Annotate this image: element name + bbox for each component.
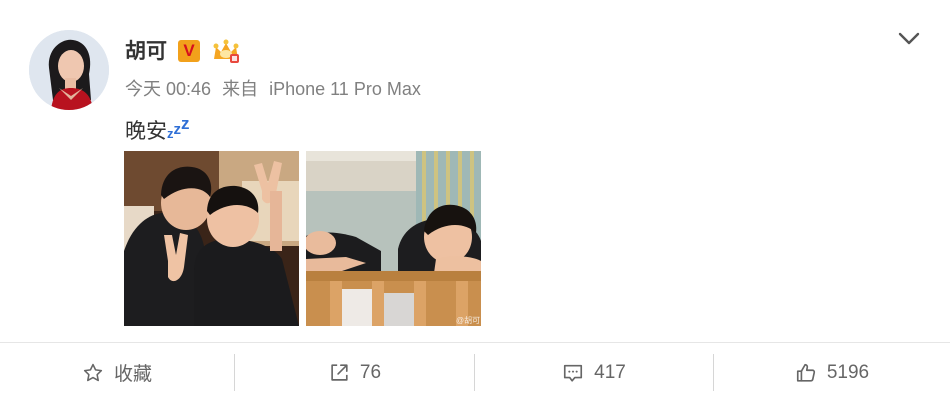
action-bar: 收藏 76 417 5196	[0, 343, 950, 402]
vip-badge-icon[interactable]: V	[178, 40, 200, 62]
zzz-emoji-icon: zzz	[167, 114, 190, 141]
post-time[interactable]: 今天 00:46	[125, 79, 211, 99]
repost-count: 76	[359, 361, 382, 383]
post-photo-1[interactable]	[124, 151, 299, 326]
comment-icon	[564, 364, 583, 382]
star-icon	[83, 363, 103, 381]
post-content: 晚安zzz	[125, 110, 190, 148]
weibo-post: 胡可 V 今天 00:46 来自 iPhone 11 Pro Max 晚安zzz	[0, 0, 950, 342]
crown-badge-icon[interactable]	[211, 38, 241, 66]
repost-button[interactable]: 76	[235, 343, 474, 402]
like-button[interactable]: 5196	[714, 343, 950, 402]
post-text: 晚安	[125, 120, 167, 143]
post-photo-2[interactable]: @胡可	[306, 151, 481, 326]
like-count: 5196	[826, 361, 870, 383]
avatar-image	[29, 30, 109, 110]
thumbs-up-icon	[796, 363, 815, 382]
post-device[interactable]: iPhone 11 Pro Max	[269, 79, 421, 99]
avatar[interactable]	[29, 30, 109, 110]
post-meta: 今天 00:46 来自 iPhone 11 Pro Max	[125, 78, 421, 100]
favorite-button[interactable]: 收藏	[0, 343, 234, 402]
from-label: 来自	[222, 79, 259, 99]
comment-button[interactable]: 417	[475, 343, 713, 402]
share-icon	[331, 363, 348, 381]
author-name[interactable]: 胡可	[125, 38, 167, 66]
image-watermark: @胡可	[456, 316, 481, 325]
chevron-down-icon[interactable]	[896, 28, 922, 48]
comment-count: 417	[594, 361, 626, 383]
favorite-label: 收藏	[113, 364, 152, 385]
